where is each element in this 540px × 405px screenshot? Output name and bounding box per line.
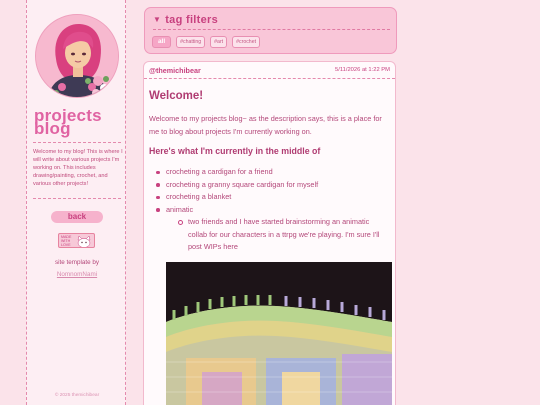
credit-label: site template by	[54, 259, 100, 266]
post-intro: Welcome to my projects blog~ as the desc…	[149, 114, 382, 136]
cat-icon	[77, 235, 91, 247]
tag-art[interactable]: #art	[210, 36, 228, 48]
list-item: crocheting a cardigan for a friend	[156, 166, 391, 179]
list-item: animatic two friends and I have started …	[156, 204, 391, 254]
credit-link[interactable]: NomnomNami	[27, 271, 127, 278]
blog-post: @themichibear 5/11/2026 at 1:22 PM Welco…	[143, 61, 396, 405]
sidebar: projects blog Welcome to my blog! This i…	[26, 0, 126, 405]
post-username: @themichibear	[149, 66, 201, 75]
badge-text: MADE WITH LOVE	[61, 235, 72, 247]
triangle-down-icon: ▼	[153, 15, 162, 24]
post-title: Welcome!	[149, 90, 204, 102]
sub-list-item: two friends and I have started brainstor…	[178, 216, 388, 254]
post-header: @themichibear 5/11/2026 at 1:22 PM	[144, 62, 395, 79]
tag-crochet[interactable]: #crochet	[232, 36, 261, 48]
tag-filters-toggle[interactable]: ▼ tag filters	[153, 14, 218, 26]
avatar	[35, 14, 119, 98]
list-item-label: animatic	[166, 204, 194, 214]
tag-chatting[interactable]: #chatting	[176, 36, 206, 48]
back-button[interactable]: back	[51, 211, 103, 223]
tag-filters-title: tag filters	[165, 14, 219, 26]
tag-filters-panel: ▼ tag filters all #chatting #art #crochet	[144, 7, 397, 54]
site-title: projects blog	[34, 107, 124, 137]
sidebar-divider	[33, 142, 121, 143]
tag-list: all #chatting #art #crochet	[152, 36, 261, 48]
site-description: Welcome to my blog! This is where I will…	[33, 149, 123, 187]
post-date: 5/11/2026 at 1:22 PM	[334, 67, 390, 73]
made-with-love-badge[interactable]: MADE WITH LOVE	[58, 233, 95, 248]
list-item: crocheting a blanket	[156, 191, 391, 204]
list-item: crocheting a granny square cardigan for …	[156, 179, 391, 192]
sidebar-divider	[33, 198, 121, 199]
post-subheading: Here's what I'm currently in the middle …	[149, 146, 321, 156]
project-list: crocheting a cardigan for a friend croch…	[156, 166, 391, 254]
tag-filters-divider	[153, 29, 390, 30]
tag-all[interactable]: all	[152, 36, 172, 48]
copyright: © 2025 themichibear	[54, 393, 100, 398]
sub-list: two friends and I have started brainstor…	[178, 216, 391, 254]
crochet-photo	[166, 262, 392, 405]
